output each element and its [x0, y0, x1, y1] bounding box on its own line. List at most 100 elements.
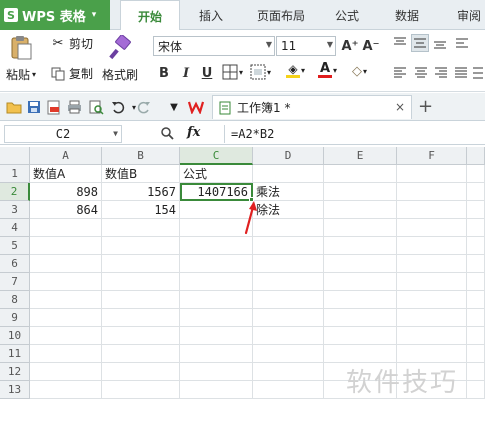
- tab-home[interactable]: 开始: [120, 0, 180, 31]
- cell-d4[interactable]: [253, 219, 324, 237]
- cell-a1[interactable]: 数值A: [30, 165, 102, 183]
- clear-format-button[interactable]: ◇ ▾: [352, 64, 367, 79]
- cell-b9[interactable]: [102, 309, 180, 327]
- cell-e1[interactable]: [324, 165, 397, 183]
- column-header-f[interactable]: F: [397, 147, 467, 165]
- cell-c5[interactable]: [180, 237, 253, 255]
- column-header-a[interactable]: A: [30, 147, 102, 165]
- row-header-6[interactable]: 6: [0, 255, 30, 273]
- paste-button[interactable]: [6, 34, 36, 62]
- shrink-font-button[interactable]: A⁻: [362, 37, 380, 55]
- cell-a9[interactable]: [30, 309, 102, 327]
- formula-input[interactable]: =A2*B2: [224, 125, 482, 143]
- wrap-text-button[interactable]: [455, 36, 469, 50]
- underline-button[interactable]: U: [198, 64, 216, 82]
- cell-d10[interactable]: [253, 327, 324, 345]
- cell-f9[interactable]: [397, 309, 467, 327]
- print-preview-icon[interactable]: [88, 99, 104, 115]
- cell-a5[interactable]: [30, 237, 102, 255]
- cell-a4[interactable]: [30, 219, 102, 237]
- font-color-button[interactable]: A ▾: [318, 62, 337, 78]
- cell-e3[interactable]: [324, 201, 397, 219]
- distribute-button[interactable]: [472, 66, 484, 80]
- cell-e9[interactable]: [324, 309, 397, 327]
- cell-d8[interactable]: [253, 291, 324, 309]
- cell-e6[interactable]: [324, 255, 397, 273]
- row-header-8[interactable]: 8: [0, 291, 30, 309]
- column-header-b[interactable]: B: [102, 147, 180, 165]
- align-bottom-button[interactable]: [433, 36, 447, 50]
- cell-f10[interactable]: [397, 327, 467, 345]
- cell-f3[interactable]: [397, 201, 467, 219]
- cell-b5[interactable]: [102, 237, 180, 255]
- tab-insert[interactable]: 插入: [186, 0, 236, 30]
- cell-b3[interactable]: 154: [102, 201, 180, 219]
- app-menu-button[interactable]: S WPS 表格 ▾: [0, 0, 110, 30]
- column-header-e[interactable]: E: [324, 147, 397, 165]
- document-tab[interactable]: 工作簿1 * ×: [212, 95, 412, 119]
- insert-function-button[interactable]: fx: [187, 125, 200, 140]
- align-right-button[interactable]: [434, 66, 448, 80]
- align-middle-button[interactable]: [411, 34, 429, 52]
- cell-c12[interactable]: [180, 363, 253, 381]
- cell-c6[interactable]: [180, 255, 253, 273]
- cell-d12[interactable]: [253, 363, 324, 381]
- tab-data[interactable]: 数据: [382, 0, 432, 30]
- grow-font-button[interactable]: A⁺: [341, 37, 359, 55]
- cell-e8[interactable]: [324, 291, 397, 309]
- cell-f11[interactable]: [397, 345, 467, 363]
- column-header-c[interactable]: C: [180, 147, 253, 165]
- cell-c13[interactable]: [180, 381, 253, 399]
- cell-d6[interactable]: [253, 255, 324, 273]
- cell-b6[interactable]: [102, 255, 180, 273]
- cell-a2[interactable]: 898: [30, 183, 102, 201]
- cell-a8[interactable]: [30, 291, 102, 309]
- cell-b12[interactable]: [102, 363, 180, 381]
- close-icon[interactable]: ×: [395, 100, 405, 114]
- cell-a12[interactable]: [30, 363, 102, 381]
- cell-b2[interactable]: 1567: [102, 183, 180, 201]
- cell-c7[interactable]: [180, 273, 253, 291]
- cell-a3[interactable]: 864: [30, 201, 102, 219]
- cell-d3[interactable]: 除法: [253, 201, 324, 219]
- row-header-2[interactable]: 2: [0, 183, 30, 201]
- cell-b8[interactable]: [102, 291, 180, 309]
- row-header-11[interactable]: 11: [0, 345, 30, 363]
- column-header-d[interactable]: D: [253, 147, 324, 165]
- cell-c11[interactable]: [180, 345, 253, 363]
- cell-b1[interactable]: 数值B: [102, 165, 180, 183]
- cell-c9[interactable]: [180, 309, 253, 327]
- search-icon[interactable]: [160, 126, 174, 144]
- cell-e4[interactable]: [324, 219, 397, 237]
- row-header-9[interactable]: 9: [0, 309, 30, 327]
- row-header-5[interactable]: 5: [0, 237, 30, 255]
- cell-e2[interactable]: [324, 183, 397, 201]
- align-center-button[interactable]: [414, 66, 428, 80]
- font-size-select[interactable]: 11 ▼: [276, 36, 336, 56]
- redo-icon[interactable]: [136, 99, 152, 115]
- cell-c8[interactable]: [180, 291, 253, 309]
- borders-button[interactable]: ▾: [222, 64, 243, 80]
- cell-d13[interactable]: [253, 381, 324, 399]
- cell-a11[interactable]: [30, 345, 102, 363]
- row-header-7[interactable]: 7: [0, 273, 30, 291]
- cell-f2[interactable]: [397, 183, 467, 201]
- cell-c10[interactable]: [180, 327, 253, 345]
- cell-b4[interactable]: [102, 219, 180, 237]
- cut-button[interactable]: ✂ 剪切: [50, 35, 93, 52]
- justify-button[interactable]: [454, 66, 468, 80]
- customize-toolbar-icon[interactable]: ▼: [166, 99, 182, 115]
- cell-c2[interactable]: 1407166: [180, 183, 253, 201]
- format-painter-button[interactable]: [106, 34, 134, 62]
- cell-f7[interactable]: [397, 273, 467, 291]
- cell-b11[interactable]: [102, 345, 180, 363]
- select-all-corner[interactable]: [0, 147, 30, 165]
- cell-d11[interactable]: [253, 345, 324, 363]
- cell-e10[interactable]: [324, 327, 397, 345]
- bold-button[interactable]: B: [155, 64, 173, 82]
- cell-f8[interactable]: [397, 291, 467, 309]
- cell-d5[interactable]: [253, 237, 324, 255]
- print-icon[interactable]: [66, 99, 82, 115]
- fill-color-button[interactable]: ◈ ▾: [286, 63, 305, 78]
- merge-button[interactable]: ▾: [250, 64, 271, 80]
